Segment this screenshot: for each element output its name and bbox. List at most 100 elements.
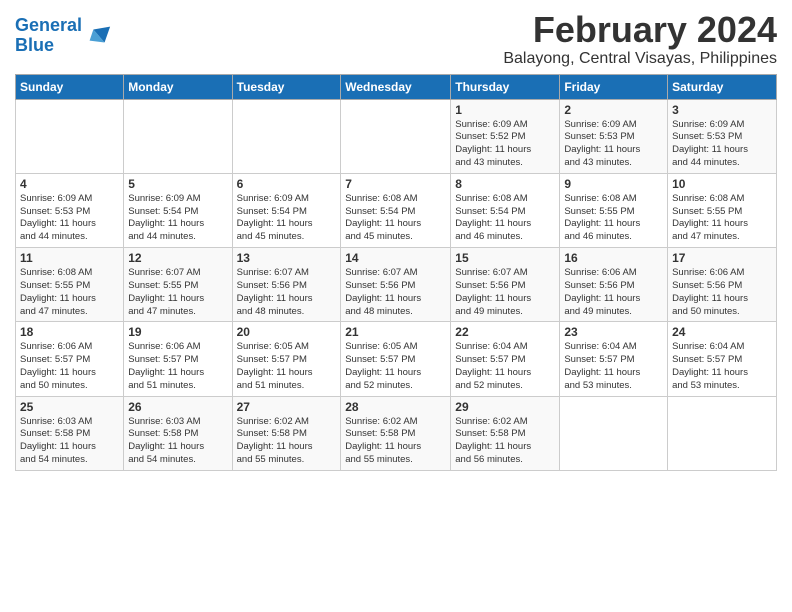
day-info: Sunrise: 6:09 AM Sunset: 5:53 PM Dayligh… — [564, 119, 663, 170]
day-info: Sunrise: 6:07 AM Sunset: 5:56 PM Dayligh… — [237, 267, 337, 318]
calendar-cell — [560, 396, 668, 470]
calendar-cell: 29Sunrise: 6:02 AM Sunset: 5:58 PM Dayli… — [451, 396, 560, 470]
calendar-cell: 28 Sunrise: 6:02 AM Sunset: 5:58 PM Dayli… — [341, 396, 451, 470]
day-number: 1 — [455, 103, 555, 117]
calendar-cell: 25 Sunrise: 6:03 AM Sunset: 5:58 PM Dayli… — [16, 396, 124, 470]
header-thursday: Thursday — [451, 74, 560, 99]
calendar-cell: 15 Sunrise: 6:07 AM Sunset: 5:56 PM Dayli… — [451, 248, 560, 322]
day-number: 22 — [455, 325, 555, 339]
day-info: Sunrise: 6:07 AM Sunset: 5:55 PM Dayligh… — [128, 267, 227, 318]
day-info: Sunrise: 6:04 AM Sunset: 5:57 PM Dayligh… — [672, 341, 772, 392]
calendar-cell: 2 Sunrise: 6:09 AM Sunset: 5:53 PM Daylig… — [560, 99, 668, 173]
day-number: 17 — [672, 251, 772, 265]
calendar-cell — [341, 99, 451, 173]
calendar-week-3: 18 Sunrise: 6:06 AM Sunset: 5:57 PM Dayli… — [16, 322, 777, 396]
day-number: 10 — [672, 177, 772, 191]
calendar-cell: 13 Sunrise: 6:07 AM Sunset: 5:56 PM Dayli… — [232, 248, 341, 322]
day-info: Sunrise: 6:03 AM Sunset: 5:58 PM Dayligh… — [20, 416, 119, 467]
day-number: 8 — [455, 177, 555, 191]
calendar-cell — [124, 99, 232, 173]
calendar-cell: 17 Sunrise: 6:06 AM Sunset: 5:56 PM Dayli… — [668, 248, 777, 322]
day-info: Sunrise: 6:03 AM Sunset: 5:58 PM Dayligh… — [128, 416, 227, 467]
day-info: Sunrise: 6:09 AM Sunset: 5:53 PM Dayligh… — [672, 119, 772, 170]
day-number: 11 — [20, 251, 119, 265]
day-number: 28 — [345, 400, 446, 414]
day-info: Sunrise: 6:08 AM Sunset: 5:54 PM Dayligh… — [345, 193, 446, 244]
day-info: Sunrise: 6:09 AM Sunset: 5:54 PM Dayligh… — [237, 193, 337, 244]
day-number: 14 — [345, 251, 446, 265]
day-info: Sunrise: 6:08 AM Sunset: 5:55 PM Dayligh… — [564, 193, 663, 244]
day-info: Sunrise: 6:02 AM Sunset: 5:58 PM Dayligh… — [345, 416, 446, 467]
calendar-cell: 21 Sunrise: 6:05 AM Sunset: 5:57 PM Dayli… — [341, 322, 451, 396]
day-info: Sunrise: 6:08 AM Sunset: 5:55 PM Dayligh… — [20, 267, 119, 318]
calendar-cell: 22 Sunrise: 6:04 AM Sunset: 5:57 PM Dayli… — [451, 322, 560, 396]
day-info: Sunrise: 6:05 AM Sunset: 5:57 PM Dayligh… — [345, 341, 446, 392]
calendar-week-0: 1Sunrise: 6:09 AM Sunset: 5:52 PM Daylig… — [16, 99, 777, 173]
calendar-cell — [232, 99, 341, 173]
day-number: 20 — [237, 325, 337, 339]
day-number: 5 — [128, 177, 227, 191]
calendar-cell: 10 Sunrise: 6:08 AM Sunset: 5:55 PM Dayli… — [668, 173, 777, 247]
day-number: 4 — [20, 177, 119, 191]
day-info: Sunrise: 6:04 AM Sunset: 5:57 PM Dayligh… — [455, 341, 555, 392]
calendar-cell: 7 Sunrise: 6:08 AM Sunset: 5:54 PM Daylig… — [341, 173, 451, 247]
day-number: 2 — [564, 103, 663, 117]
logo-text: General Blue — [15, 16, 82, 56]
calendar-week-4: 25 Sunrise: 6:03 AM Sunset: 5:58 PM Dayli… — [16, 396, 777, 470]
day-number: 26 — [128, 400, 227, 414]
day-number: 24 — [672, 325, 772, 339]
day-number: 29 — [455, 400, 555, 414]
calendar-cell: 14 Sunrise: 6:07 AM Sunset: 5:56 PM Dayli… — [341, 248, 451, 322]
day-info: Sunrise: 6:09 AM Sunset: 5:53 PM Dayligh… — [20, 193, 119, 244]
day-info: Sunrise: 6:07 AM Sunset: 5:56 PM Dayligh… — [345, 267, 446, 318]
day-info: Sunrise: 6:04 AM Sunset: 5:57 PM Dayligh… — [564, 341, 663, 392]
day-info: Sunrise: 6:06 AM Sunset: 5:56 PM Dayligh… — [564, 267, 663, 318]
calendar-cell: 4 Sunrise: 6:09 AM Sunset: 5:53 PM Daylig… — [16, 173, 124, 247]
day-number: 15 — [455, 251, 555, 265]
calendar-cell: 9 Sunrise: 6:08 AM Sunset: 5:55 PM Daylig… — [560, 173, 668, 247]
calendar-cell: 8Sunrise: 6:08 AM Sunset: 5:54 PM Daylig… — [451, 173, 560, 247]
calendar-cell: 23 Sunrise: 6:04 AM Sunset: 5:57 PM Dayli… — [560, 322, 668, 396]
calendar-cell: 18 Sunrise: 6:06 AM Sunset: 5:57 PM Dayli… — [16, 322, 124, 396]
calendar-cell: 27Sunrise: 6:02 AM Sunset: 5:58 PM Dayli… — [232, 396, 341, 470]
day-info: Sunrise: 6:06 AM Sunset: 5:57 PM Dayligh… — [20, 341, 119, 392]
header: General Blue February 2024 Balayong, Cen… — [15, 10, 777, 68]
logo-icon — [84, 22, 112, 50]
header-monday: Monday — [124, 74, 232, 99]
day-number: 9 — [564, 177, 663, 191]
header-tuesday: Tuesday — [232, 74, 341, 99]
day-number: 7 — [345, 177, 446, 191]
day-number: 16 — [564, 251, 663, 265]
day-number: 18 — [20, 325, 119, 339]
calendar-header-row: SundayMondayTuesdayWednesdayThursdayFrid… — [16, 74, 777, 99]
calendar-cell: 1Sunrise: 6:09 AM Sunset: 5:52 PM Daylig… — [451, 99, 560, 173]
day-info: Sunrise: 6:08 AM Sunset: 5:55 PM Dayligh… — [672, 193, 772, 244]
calendar-cell: 12 Sunrise: 6:07 AM Sunset: 5:55 PM Dayli… — [124, 248, 232, 322]
day-number: 13 — [237, 251, 337, 265]
day-number: 21 — [345, 325, 446, 339]
day-number: 12 — [128, 251, 227, 265]
day-info: Sunrise: 6:06 AM Sunset: 5:56 PM Dayligh… — [672, 267, 772, 318]
calendar-cell: 19Sunrise: 6:06 AM Sunset: 5:57 PM Dayli… — [124, 322, 232, 396]
header-saturday: Saturday — [668, 74, 777, 99]
calendar-cell: 20 Sunrise: 6:05 AM Sunset: 5:57 PM Dayli… — [232, 322, 341, 396]
calendar-week-1: 4 Sunrise: 6:09 AM Sunset: 5:53 PM Daylig… — [16, 173, 777, 247]
title-area: February 2024 Balayong, Central Visayas,… — [503, 10, 777, 68]
calendar-cell: 24 Sunrise: 6:04 AM Sunset: 5:57 PM Dayli… — [668, 322, 777, 396]
calendar-table: SundayMondayTuesdayWednesdayThursdayFrid… — [15, 74, 777, 471]
header-friday: Friday — [560, 74, 668, 99]
calendar-cell: 3 Sunrise: 6:09 AM Sunset: 5:53 PM Daylig… — [668, 99, 777, 173]
day-number: 6 — [237, 177, 337, 191]
calendar-week-2: 11 Sunrise: 6:08 AM Sunset: 5:55 PM Dayli… — [16, 248, 777, 322]
day-number: 3 — [672, 103, 772, 117]
day-info: Sunrise: 6:06 AM Sunset: 5:57 PM Dayligh… — [128, 341, 227, 392]
day-info: Sunrise: 6:07 AM Sunset: 5:56 PM Dayligh… — [455, 267, 555, 318]
day-info: Sunrise: 6:05 AM Sunset: 5:57 PM Dayligh… — [237, 341, 337, 392]
calendar-cell: 5Sunrise: 6:09 AM Sunset: 5:54 PM Daylig… — [124, 173, 232, 247]
day-number: 27 — [237, 400, 337, 414]
calendar-cell: 16 Sunrise: 6:06 AM Sunset: 5:56 PM Dayli… — [560, 248, 668, 322]
header-sunday: Sunday — [16, 74, 124, 99]
day-number: 25 — [20, 400, 119, 414]
day-number: 23 — [564, 325, 663, 339]
calendar-cell: 11 Sunrise: 6:08 AM Sunset: 5:55 PM Dayli… — [16, 248, 124, 322]
